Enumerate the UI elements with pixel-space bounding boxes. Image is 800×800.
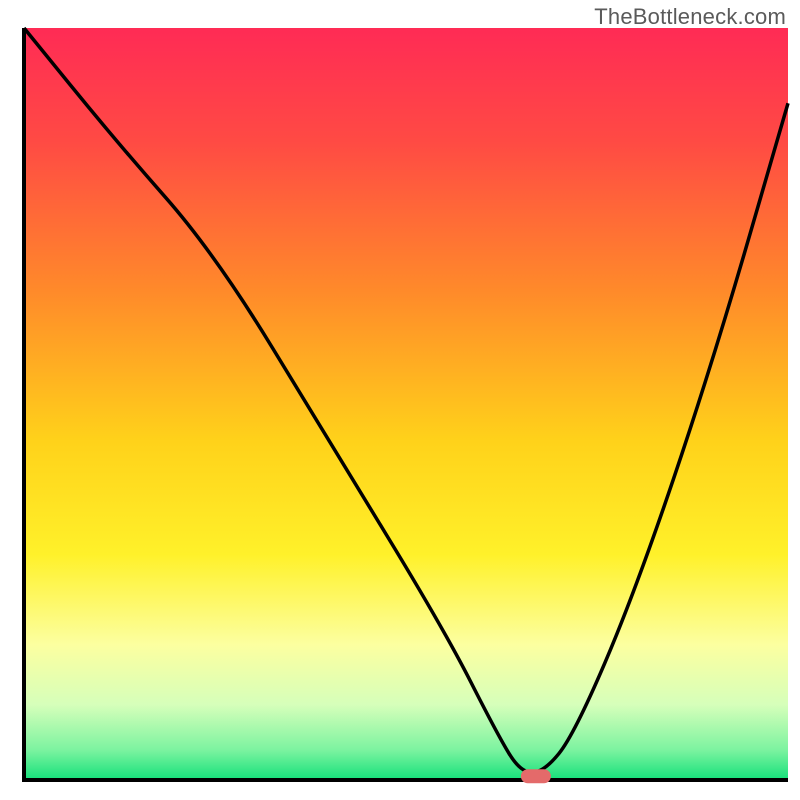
plot-background	[24, 28, 788, 780]
bottleneck-chart	[0, 0, 800, 800]
optimal-marker	[521, 769, 551, 783]
chart-container: { "watermark": "TheBottleneck.com", "cha…	[0, 0, 800, 800]
